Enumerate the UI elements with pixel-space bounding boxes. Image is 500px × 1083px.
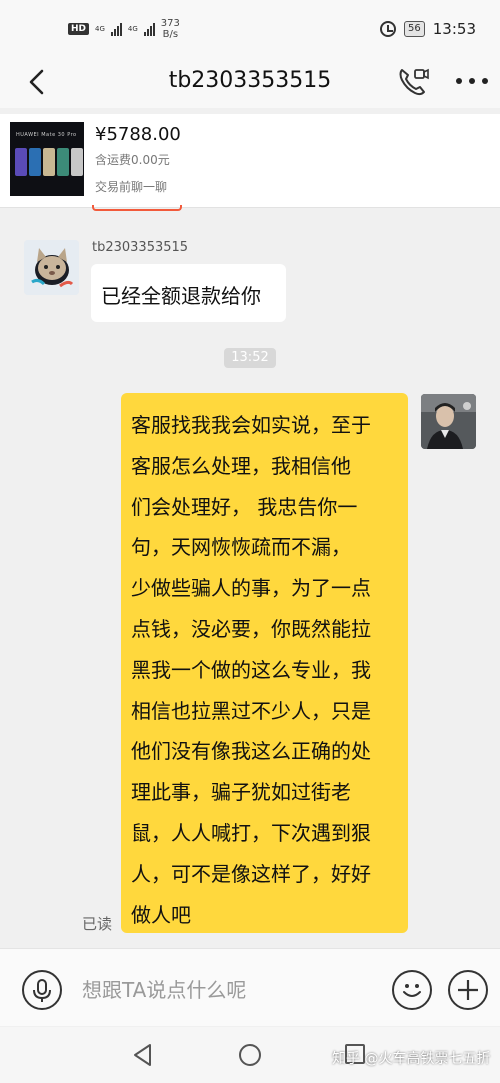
product-card[interactable]: HUAWEI Mate 30 Pro ¥5788.00 含运费0.00元 交易前… — [0, 114, 500, 208]
voice-button[interactable] — [22, 970, 62, 1010]
outgoing-message-bubble[interactable]: 客服找我我会如实说，至于 客服怎么处理，我相信他 们会处理好， 我忠告你一 句，… — [121, 393, 408, 933]
chat-header: tb2303353515 — [0, 58, 500, 108]
emoji-button[interactable] — [392, 970, 432, 1010]
alarm-icon — [380, 21, 397, 37]
product-tab-indicator — [92, 205, 182, 211]
watermark: 知乎 @火车高铁票七五折 — [332, 1051, 491, 1067]
video-call-icon[interactable] — [396, 64, 430, 98]
avatar[interactable] — [24, 240, 79, 295]
smiley-icon — [403, 984, 421, 997]
signal-icon — [143, 22, 155, 36]
network-speed: 373 B/s — [161, 18, 180, 40]
nav-home-icon[interactable] — [239, 1044, 261, 1066]
nav-back-icon[interactable] — [132, 1043, 154, 1067]
read-status: 已读 — [82, 915, 113, 933]
time-divider: 13:52 — [224, 348, 276, 368]
plus-icon — [458, 980, 478, 1000]
status-right: 56 13:53 — [380, 20, 476, 38]
message-input[interactable] — [82, 973, 372, 1007]
status-bar: HD 4G 4G 373 B/s 56 13:53 — [0, 0, 500, 58]
product-shipping: 含运费0.00元 — [95, 153, 170, 167]
more-actions-button[interactable] — [448, 970, 488, 1010]
network-tag: 4G — [95, 24, 105, 33]
speed-unit: B/s — [162, 29, 179, 40]
signal-icon — [110, 22, 122, 36]
status-left: HD 4G 4G 373 B/s — [68, 18, 180, 40]
input-bar — [0, 948, 500, 1026]
speed-value: 373 — [160, 18, 180, 29]
avatar[interactable] — [421, 394, 476, 449]
network-tag: 4G — [127, 24, 138, 33]
phone-lineup-image — [15, 148, 83, 176]
pre-trade-chat-link[interactable]: 交易前聊一聊 — [95, 178, 167, 195]
more-options-icon[interactable] — [456, 78, 488, 86]
clock: 13:53 — [432, 20, 476, 38]
user-avatar-icon — [421, 394, 476, 449]
microphone-icon — [33, 979, 51, 1002]
hd-badge: HD — [68, 23, 90, 35]
cat-avatar-icon — [24, 240, 79, 295]
product-thumbnail[interactable]: HUAWEI Mate 30 Pro — [10, 122, 84, 196]
thumbnail-brand: HUAWEI Mate 30 Pro — [16, 132, 77, 138]
sender-name: tb2303353515 — [92, 240, 189, 255]
battery-indicator: 56 — [404, 21, 425, 37]
product-price: ¥5788.00 — [95, 124, 181, 145]
incoming-message-bubble[interactable]: 已经全额退款给你 — [91, 264, 286, 322]
